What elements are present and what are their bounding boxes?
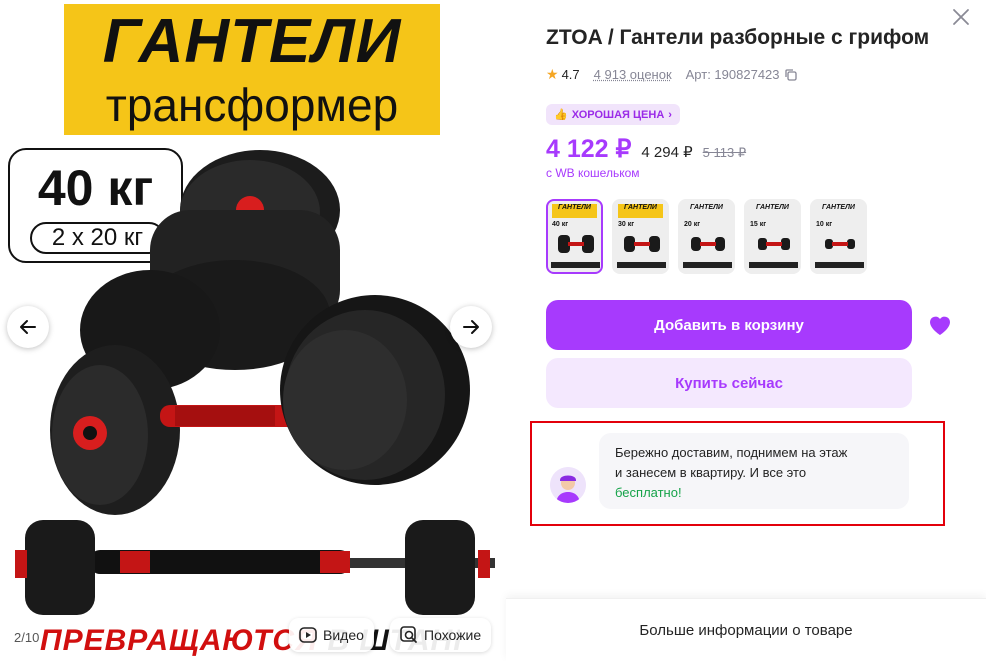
chevron-right-icon: › xyxy=(668,108,672,121)
arrow-right-icon xyxy=(463,320,479,334)
banner-title: ГАНТЕЛИ xyxy=(102,7,402,76)
thumb-up-icon: 👍 xyxy=(554,109,568,121)
thumbnail-title: ГАНТЕЛИ xyxy=(756,204,789,211)
product-title: ZTOA / Гантели разборные с грифом xyxy=(546,26,930,49)
star-icon: ★ xyxy=(546,66,559,82)
similar-button[interactable]: Похожие xyxy=(390,618,492,652)
thumbnail[interactable]: ГАНТЕЛИ 10 кг xyxy=(810,199,867,274)
delivery-highlight: Бережно доставим, поднимем на этаж и зан… xyxy=(530,421,945,526)
arrow-left-icon xyxy=(20,320,36,334)
dumbbell-image xyxy=(15,150,495,615)
price-without-wallet: 4 294 ₽ xyxy=(641,144,693,161)
thumbnail-weight: 15 кг xyxy=(750,221,767,228)
thumbnail-title: ГАНТЕЛИ xyxy=(552,204,597,218)
thumbnail-weight: 20 кг xyxy=(684,221,701,228)
thumbnail-title: ГАНТЕЛИ xyxy=(822,204,855,211)
video-label: Видео xyxy=(323,627,364,643)
thumbnail-weight: 10 кг xyxy=(816,221,833,228)
thumbnail-caption-bar xyxy=(617,262,666,268)
courier-avatar xyxy=(550,467,586,503)
video-button[interactable]: Видео xyxy=(289,618,374,652)
product-meta: ★ 4.7 4 913 оценок Арт: 190827423 xyxy=(546,66,798,83)
next-slide-button[interactable] xyxy=(450,306,492,348)
thumbnail[interactable]: ГАНТЕЛИ 20 кг xyxy=(678,199,735,274)
price-row: 4 122 ₽ 4 294 ₽ 5 113 ₽ xyxy=(546,134,746,164)
delivery-line-2: и занесем в квартиру. И все это xyxy=(615,465,807,480)
thumbnail[interactable]: ГАНТЕЛИ 30 кг xyxy=(612,199,669,274)
banner-subtitle: трансформер xyxy=(105,79,399,131)
thumbnail-dumbbell-image xyxy=(825,239,855,249)
add-to-cart-button[interactable]: Добавить в корзину xyxy=(546,300,912,350)
prev-slide-button[interactable] xyxy=(7,306,49,348)
wallet-note: с WB кошельком xyxy=(546,166,640,180)
thumbnail-weight: 40 кг xyxy=(552,221,569,228)
thumbnail-caption-bar xyxy=(749,262,798,268)
article-number: Арт: 190827423 xyxy=(685,67,780,82)
more-info-button[interactable]: Больше информации о товаре xyxy=(506,598,986,661)
banner: ГАНТЕЛИ трансформер xyxy=(64,4,440,135)
rating-value: 4.7 xyxy=(561,67,580,82)
close-icon[interactable] xyxy=(950,6,972,28)
heart-icon[interactable] xyxy=(928,314,952,336)
thumbnail-caption-bar xyxy=(815,262,864,268)
product-info-panel: ZTOA / Гантели разборные с грифом ★ 4.7 … xyxy=(506,0,986,661)
buy-now-button[interactable]: Купить сейчас xyxy=(546,358,912,408)
thumbnail-weight: 30 кг xyxy=(618,221,635,228)
thumbnail[interactable]: ГАНТЕЛИ 40 кг xyxy=(546,199,603,274)
bottom-caption-part1: ПРЕВРАЩАЮТСЯ xyxy=(40,624,328,657)
delivery-line-1: Бережно доставим, поднимем на этаж xyxy=(615,445,848,460)
price-old: 5 113 ₽ xyxy=(702,145,747,160)
price-main: 4 122 ₽ xyxy=(546,135,632,163)
thumbnail-dumbbell-image xyxy=(624,236,660,252)
thumbnail-dumbbell-image xyxy=(691,237,725,251)
product-quick-view: ГАНТЕЛИ трансформер 40 кг 2 х 20 кг ПРЕВ… xyxy=(0,0,986,661)
badge-label: ХОРОШАЯ ЦЕНА xyxy=(571,108,665,121)
slide-counter: 2/10 xyxy=(14,630,40,645)
thumbnail-caption-bar xyxy=(683,262,732,268)
thumbnail-strip: ГАНТЕЛИ 40 кг ГАНТЕЛИ 30 кг ГАНТЕЛИ 20 к… xyxy=(546,199,867,274)
good-price-badge[interactable]: 👍 ХОРОШАЯ ЦЕНА › xyxy=(546,104,680,125)
delivery-line-free: бесплатно! xyxy=(615,485,682,500)
thumbnail-dumbbell-image xyxy=(758,238,790,250)
thumbnail-dumbbell-image xyxy=(558,235,594,253)
thumbnail-title: ГАНТЕЛИ xyxy=(690,204,723,211)
reviews-link[interactable]: 4 913 оценок xyxy=(594,67,672,82)
play-icon xyxy=(299,627,317,643)
delivery-message: Бережно доставим, поднимем на этаж и зан… xyxy=(599,433,909,509)
thumbnail[interactable]: ГАНТЕЛИ 15 кг xyxy=(744,199,801,274)
similar-label: Похожие xyxy=(424,627,482,643)
product-gallery: ГАНТЕЛИ трансформер 40 кг 2 х 20 кг ПРЕВ… xyxy=(0,0,506,661)
copy-icon[interactable] xyxy=(784,68,798,82)
thumbnail-title: ГАНТЕЛИ xyxy=(618,204,663,218)
similar-search-icon xyxy=(400,626,417,643)
thumbnail-caption-bar xyxy=(551,262,600,268)
